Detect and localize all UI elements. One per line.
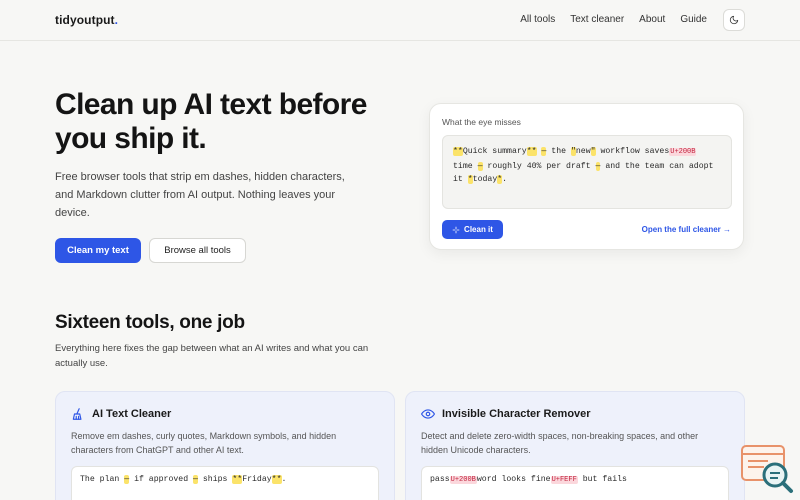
logo[interactable]: tidyoutput. <box>55 13 118 27</box>
demo-text: new <box>575 147 591 156</box>
marker-hidden-char: U+FEFF <box>550 476 578 484</box>
demo-text: time <box>453 161 478 171</box>
tool-description: Detect and delete zero-width spaces, non… <box>421 431 699 455</box>
broom-icon <box>72 408 82 420</box>
theme-toggle-button[interactable] <box>723 9 745 31</box>
sparkle-icon <box>452 226 460 233</box>
logo-dot: . <box>114 13 119 27</box>
demo-text: the <box>546 147 571 156</box>
demo-card: What the eye misses **Quick summary** — … <box>429 103 744 250</box>
nav-guide[interactable]: Guide <box>680 14 707 25</box>
tool-sample: The plan — if approved — ships **Friday*… <box>71 466 379 500</box>
nav-about[interactable]: About <box>639 14 665 25</box>
browse-all-tools-button[interactable]: Browse all tools <box>149 238 246 263</box>
sample-text: Friday <box>242 475 272 484</box>
hero-subtitle: Free browser tools that strip em dashes,… <box>55 171 345 219</box>
section-subtitle: Everything here fixes the gap between wh… <box>55 343 369 369</box>
sample-text: pass <box>430 475 450 484</box>
search-doc-icon[interactable] <box>740 444 794 496</box>
sample-text: . <box>281 475 287 484</box>
demo-label: What the eye misses <box>442 117 521 127</box>
section-title: Sixteen tools, one job <box>55 312 245 333</box>
clean-it-label: Clean it <box>464 225 493 234</box>
tool-card-invisible-character-remover[interactable]: Invisible Character Remover Detect and d… <box>405 391 745 500</box>
logo-text: tidyoutput <box>55 13 115 27</box>
marker-asterisks: ** <box>526 147 537 156</box>
marker-hidden-char: U+200B <box>669 148 697 156</box>
main-nav: All tools Text cleaner About Guide <box>520 14 707 25</box>
clean-it-button[interactable]: Clean it <box>442 220 503 239</box>
marker-hidden-char: U+200B <box>449 476 477 484</box>
nav-all-tools[interactable]: All tools <box>520 14 555 25</box>
sample-text: but fails <box>577 475 627 484</box>
marker-asterisks: ** <box>453 147 463 156</box>
demo-text: roughly 40% per draft <box>482 161 596 171</box>
demo-text: today <box>472 175 498 184</box>
marker-asterisks: ** <box>232 475 243 484</box>
sample-text: The plan <box>80 475 125 484</box>
eye-icon <box>421 409 435 419</box>
tool-title: AI Text Cleaner <box>92 408 172 420</box>
tool-title: Invisible Character Remover <box>442 408 591 420</box>
site-header: tidyoutput. All tools Text cleaner About… <box>0 0 800 41</box>
tool-card-ai-text-cleaner[interactable]: AI Text Cleaner Remove em dashes, curly … <box>55 391 395 500</box>
demo-text: workflow saves <box>595 147 670 156</box>
open-full-cleaner-link[interactable]: Open the full cleaner → <box>642 225 731 234</box>
marker-asterisks: ** <box>271 475 282 484</box>
moon-icon <box>729 15 739 25</box>
tool-description: Remove em dashes, curly quotes, Markdown… <box>71 431 337 455</box>
demo-text: . <box>502 175 508 184</box>
clean-my-text-button[interactable]: Clean my text <box>55 238 141 263</box>
sample-text: if approved <box>129 475 194 484</box>
sample-text: ships <box>197 475 233 484</box>
hero-title: Clean up AI text before you ship it. <box>55 88 367 155</box>
sample-text: word looks fine <box>476 475 551 484</box>
nav-text-cleaner[interactable]: Text cleaner <box>570 14 624 25</box>
demo-text: Quick summary <box>462 147 527 156</box>
tool-sample: passU+200Bword looks fineU+FEFF but fail… <box>421 466 729 500</box>
demo-text-area[interactable]: **Quick summary** — the "new" workflow s… <box>442 135 732 209</box>
